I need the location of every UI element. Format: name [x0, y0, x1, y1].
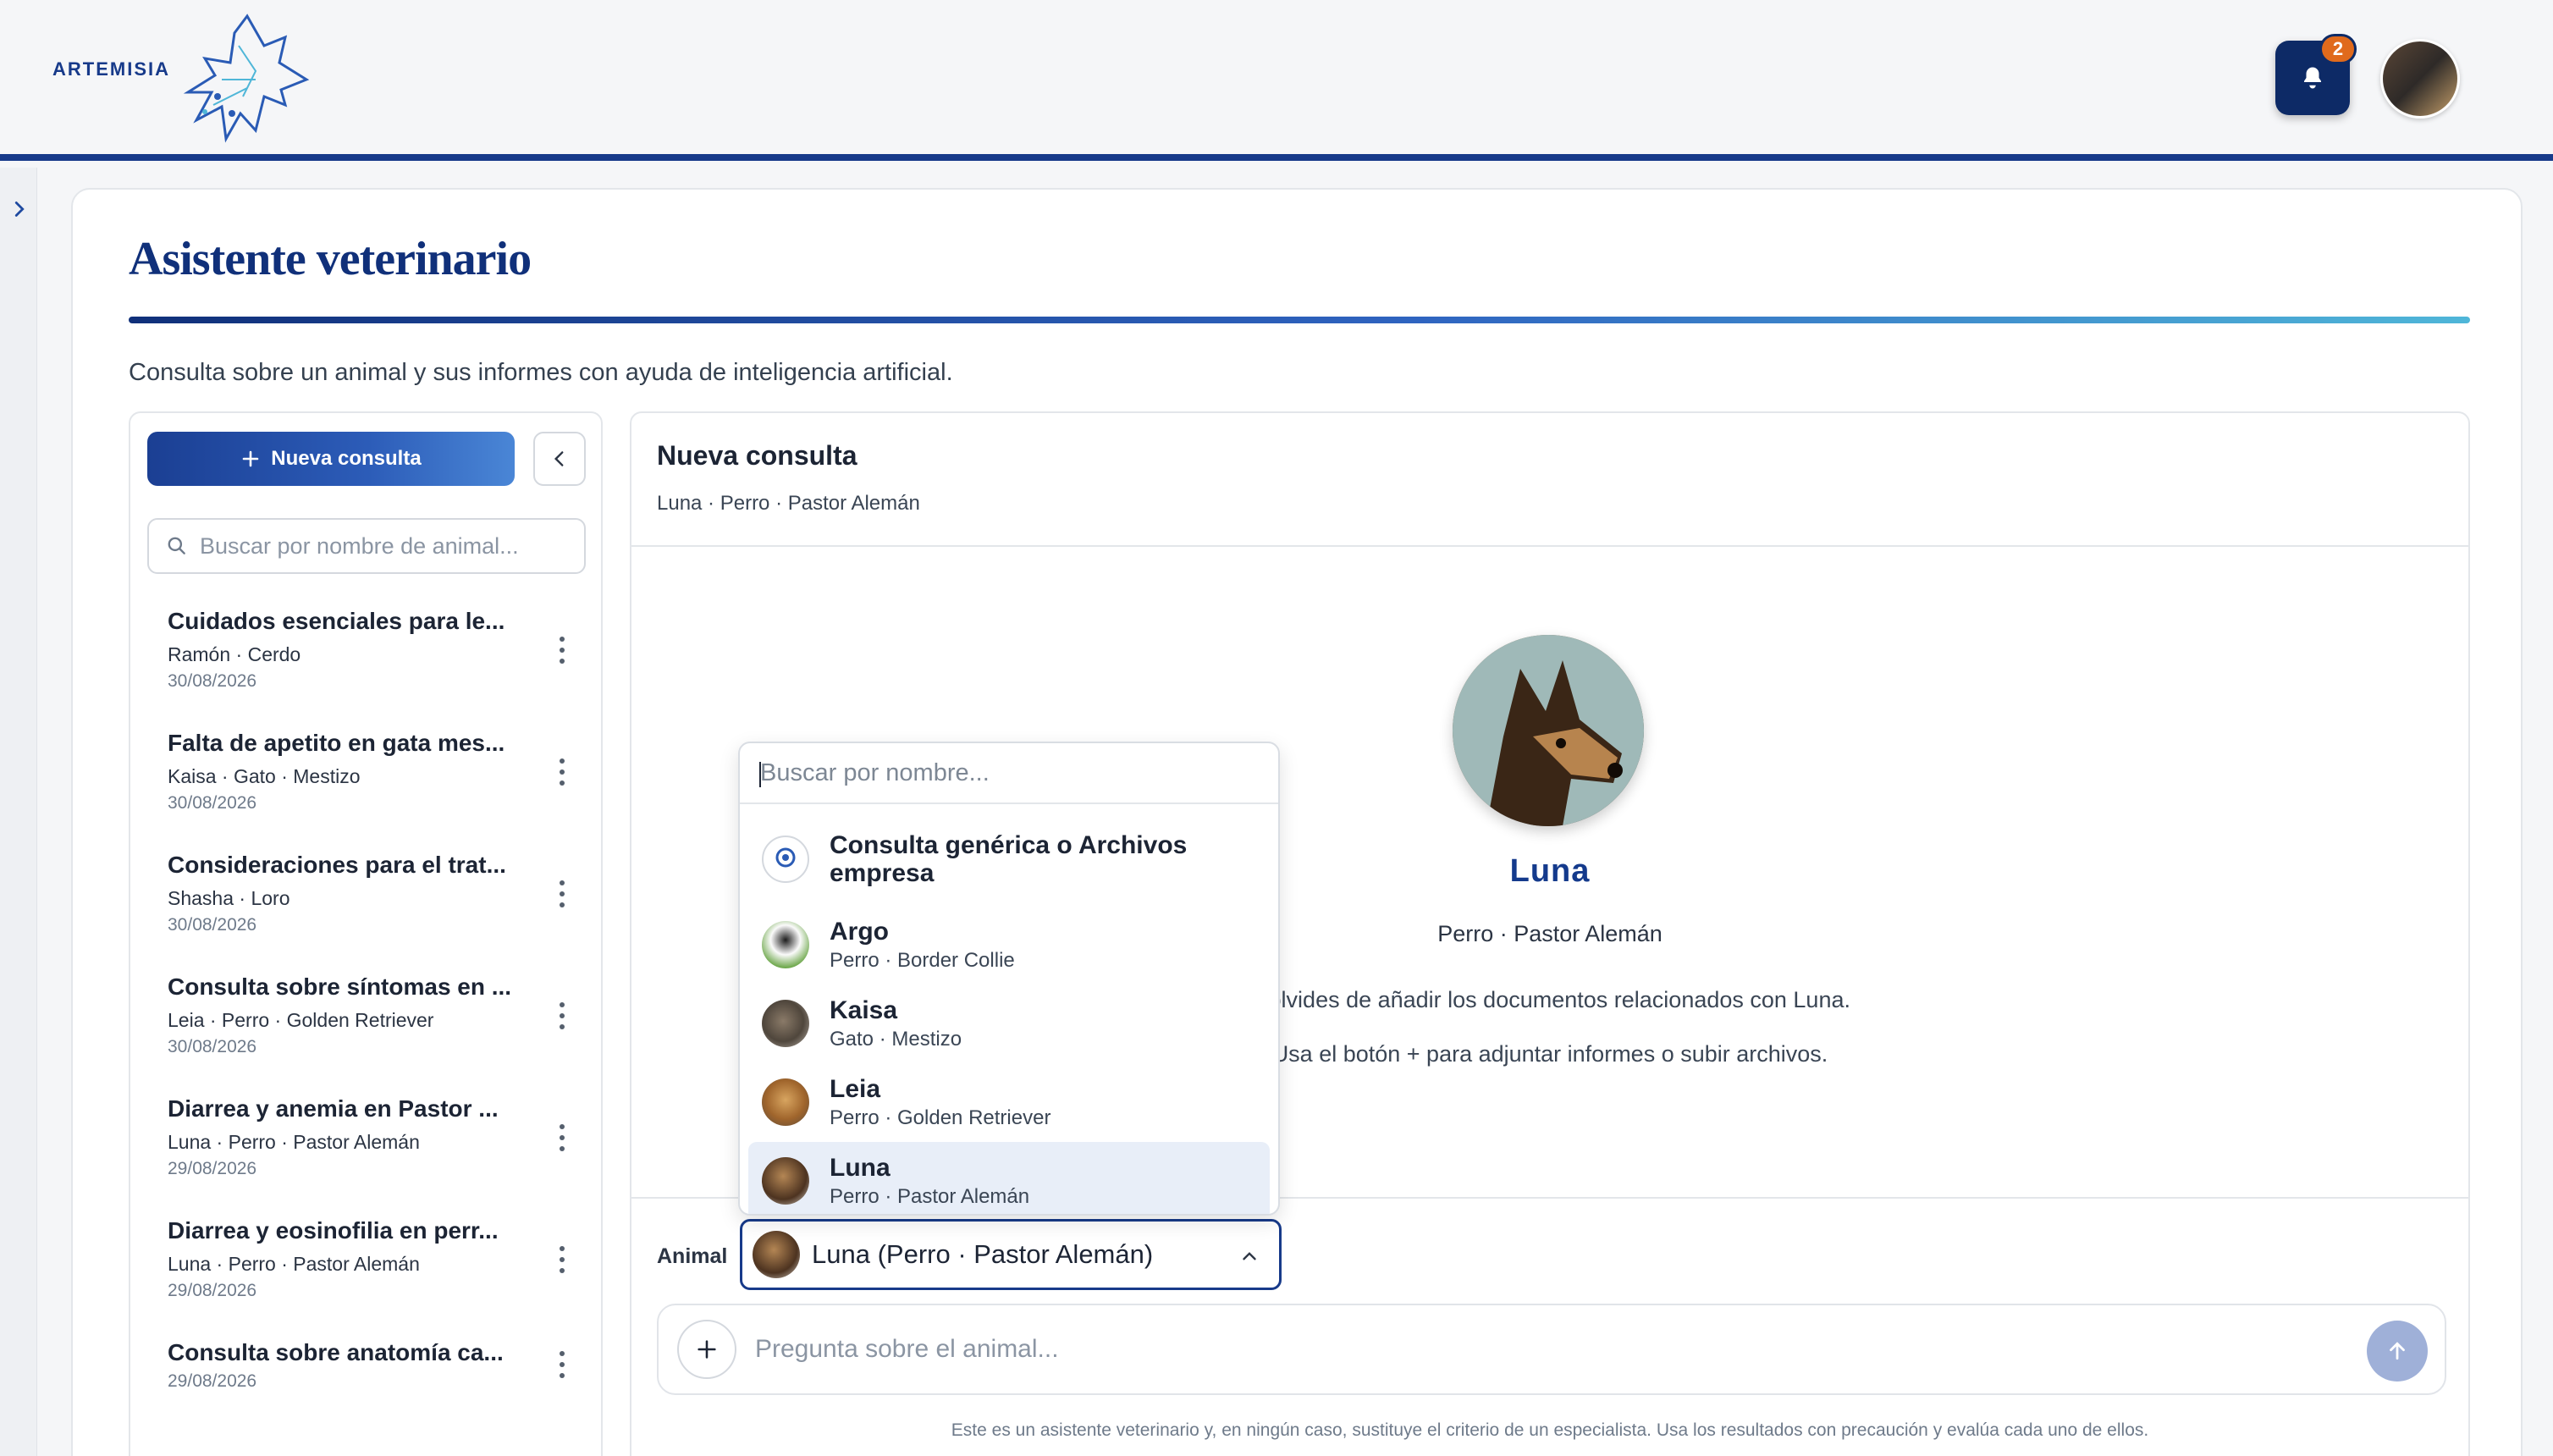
- dropdown-option-luna[interactable]: Luna Perro · Pastor Alemán: [748, 1142, 1270, 1214]
- conversation-meta: Luna · Perro · Pastor Alemán: [168, 1131, 420, 1153]
- new-consultation-button[interactable]: Nueva consulta: [147, 432, 515, 486]
- question-placeholder: Pregunta sobre el animal...: [755, 1335, 1059, 1363]
- animal-search-input[interactable]: Buscar por nombre de animal...: [147, 518, 586, 574]
- more-options-icon[interactable]: [554, 1348, 571, 1382]
- title-divider: [129, 317, 2470, 323]
- conversation-title: Falta de apetito en gata mes...: [168, 730, 505, 756]
- attach-button[interactable]: [677, 1320, 736, 1379]
- expand-sidebar-button[interactable]: [7, 196, 32, 222]
- conversation-meta: Luna · Perro · Pastor Alemán: [168, 1253, 420, 1275]
- more-options-icon[interactable]: [554, 1121, 571, 1155]
- plus-icon: [242, 450, 259, 467]
- conversation-title: Cuidados esenciales para le...: [168, 608, 505, 634]
- conversation-title: Diarrea y anemia en Pastor ...: [168, 1095, 499, 1122]
- option-name: Kaisa: [830, 996, 898, 1024]
- more-options-icon[interactable]: [554, 1243, 571, 1277]
- more-options-icon[interactable]: [554, 877, 571, 911]
- conversation-date: 30/08/2026: [168, 915, 257, 935]
- text-caret: [759, 762, 761, 787]
- conversation-date: 29/08/2026: [168, 1371, 257, 1391]
- conversation-item[interactable]: Cuidados esenciales para le... Ramón · C…: [130, 591, 601, 713]
- kaisa-thumbnail: [762, 1000, 809, 1047]
- disclaimer-text: Este es un asistente veterinario y, en n…: [951, 1420, 2149, 1440]
- conversation-sidebar: Nueva consulta Buscar por nombre de anim…: [129, 411, 603, 1456]
- conversation-item[interactable]: Consulta sobre anatomía ca... 29/08/2026: [130, 1322, 601, 1444]
- conversation-meta: Ramón · Cerdo: [168, 643, 301, 665]
- question-input[interactable]: Pregunta sobre el animal...: [657, 1304, 2446, 1395]
- more-options-icon[interactable]: [554, 755, 571, 789]
- search-placeholder: Buscar por nombre de animal...: [200, 532, 519, 559]
- chat-title: Nueva consulta: [657, 440, 857, 471]
- wolf-logo-icon: [183, 14, 310, 143]
- conversation-title: Diarrea y eosinofilia en perr...: [168, 1217, 499, 1244]
- chat-header: Nueva consulta Luna · Perro · Pastor Ale…: [631, 413, 2468, 547]
- luna-thumbnail: [762, 1157, 809, 1205]
- conversation-date: 30/08/2026: [168, 1037, 257, 1056]
- option-meta: Perro · Border Collie: [830, 949, 1015, 972]
- conversation-title: Consideraciones para el trat...: [168, 852, 506, 878]
- chevron-right-icon: [14, 201, 25, 217]
- artemisia-logo[interactable]: ARTEMISIA: [52, 12, 310, 147]
- animal-avatar: [1453, 635, 1644, 826]
- option-name: Argo: [830, 918, 889, 946]
- argo-thumbnail: [762, 921, 809, 968]
- arrow-up-icon: [2390, 1342, 2405, 1360]
- search-icon: [168, 537, 185, 554]
- conversation-date: 29/08/2026: [168, 1159, 257, 1178]
- chat-subtitle: Luna · Perro · Pastor Alemán: [657, 492, 920, 515]
- option-meta: Gato · Mestizo: [830, 1028, 962, 1051]
- chevron-left-icon: [554, 451, 564, 466]
- option-name: Leia: [830, 1075, 881, 1103]
- plus-icon: [698, 1340, 716, 1359]
- conversation-title: Consulta sobre anatomía ca...: [168, 1339, 504, 1365]
- conversation-title: Consulta sobre síntomas en ...: [168, 973, 512, 1000]
- animal-dropdown: Buscar por nombre... Consulta genérica o…: [738, 742, 1280, 1216]
- page-description: Consulta sobre un animal y sus informes …: [129, 359, 953, 386]
- bell-icon: [2304, 67, 2321, 89]
- animal-select-value: Luna (Perro · Pastor Alemán): [812, 1239, 1154, 1269]
- collapsed-sidebar: [0, 168, 37, 1456]
- notifications-button[interactable]: 2: [2275, 34, 2357, 115]
- conversation-list: Cuidados esenciales para le... Ramón · C…: [130, 591, 601, 1444]
- company-logo-icon: [762, 836, 809, 883]
- conversation-meta: Leia · Perro · Golden Retriever: [168, 1009, 434, 1031]
- leia-thumbnail: [762, 1078, 809, 1126]
- option-name: Consulta genérica o Archivos empresa: [830, 831, 1188, 887]
- dropdown-option-kaisa[interactable]: Kaisa Gato · Mestizo: [748, 984, 1270, 1063]
- option-name: Luna: [830, 1154, 891, 1182]
- more-options-icon[interactable]: [554, 999, 571, 1033]
- luna-thumbnail: [753, 1231, 800, 1278]
- conversation-meta: Kaisa · Gato · Mestizo: [168, 765, 361, 787]
- option-meta: Perro · Pastor Alemán: [830, 1185, 1030, 1208]
- animal-select-label: Animal: [657, 1244, 728, 1268]
- dropdown-search-input[interactable]: Buscar por nombre...: [740, 743, 1278, 804]
- more-options-icon[interactable]: [554, 633, 571, 667]
- dropdown-option-leia[interactable]: Leia Perro · Golden Retriever: [748, 1063, 1270, 1142]
- notification-count-badge: 2: [2319, 34, 2357, 64]
- user-avatar[interactable]: [2380, 39, 2460, 119]
- conversation-item[interactable]: Diarrea y anemia en Pastor ... Luna · Pe…: [130, 1078, 601, 1200]
- animal-select[interactable]: Luna (Perro · Pastor Alemán): [740, 1219, 1282, 1290]
- page-title: Asistente veterinario: [129, 233, 532, 285]
- chat-footer: Animal Luna (Perro · Pastor Alemán) Preg…: [631, 1197, 2468, 1456]
- top-header: ARTEMISIA 2: [0, 0, 2553, 161]
- conversation-item[interactable]: Consideraciones para el trat... Shasha ·…: [130, 835, 601, 957]
- option-meta: Perro · Golden Retriever: [830, 1106, 1051, 1129]
- send-button[interactable]: [2367, 1321, 2428, 1382]
- conversation-item[interactable]: Diarrea y eosinofilia en perr... Luna · …: [130, 1200, 601, 1322]
- dog-photo-icon: [1453, 635, 1644, 826]
- conversation-meta: Shasha · Loro: [168, 887, 290, 909]
- dropdown-option-generic[interactable]: Consulta genérica o Archivos empresa: [748, 813, 1270, 906]
- conversation-date: 30/08/2026: [168, 671, 257, 691]
- new-consultation-label: Nueva consulta: [271, 447, 422, 470]
- conversation-item[interactable]: Falta de apetito en gata mes... Kaisa · …: [130, 713, 601, 835]
- conversation-item[interactable]: Consulta sobre síntomas en ... Leia · Pe…: [130, 957, 601, 1078]
- dropdown-option-argo[interactable]: Argo Perro · Border Collie: [748, 906, 1270, 984]
- conversation-date: 29/08/2026: [168, 1281, 257, 1300]
- conversation-date: 30/08/2026: [168, 793, 257, 813]
- main-card: Asistente veterinario Consulta sobre un …: [71, 188, 2523, 1456]
- dropdown-search-placeholder: Buscar por nombre...: [760, 758, 990, 786]
- collapse-panel-button[interactable]: [533, 432, 586, 486]
- chevron-up-icon: [1243, 1252, 1256, 1260]
